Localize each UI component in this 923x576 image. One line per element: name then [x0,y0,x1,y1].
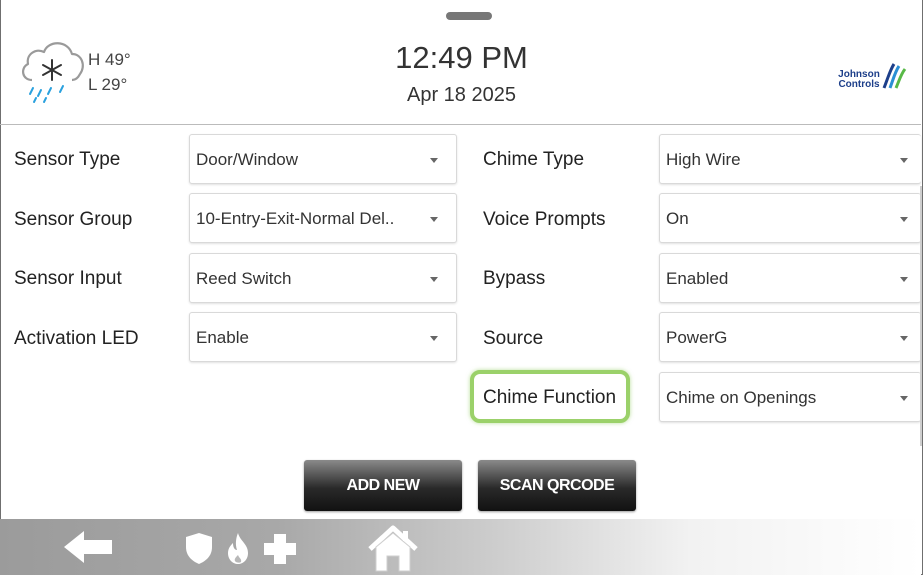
chevron-down-icon [900,336,908,341]
medical-cross-icon[interactable] [262,532,298,566]
chevron-down-icon [430,217,438,222]
bottom-nav-bar [0,519,921,575]
select-source[interactable]: PowerG [659,312,921,362]
label-bypass: Bypass [483,268,546,289]
scan-qrcode-button[interactable]: SCAN QRCODE [478,460,636,511]
chevron-down-icon [900,158,908,163]
select-voice-prompts-value: On [666,209,689,228]
home-icon[interactable] [366,525,420,573]
clock-time: 12:49 PM [395,40,528,75]
chevron-down-icon [430,277,438,282]
select-voice-prompts[interactable]: On [659,193,921,243]
clock-date: Apr 18 2025 [407,84,516,106]
label-source: Source [483,328,544,349]
header-divider [0,124,921,125]
select-bypass-value: Enabled [666,269,729,288]
select-chime-type[interactable]: High Wire [659,134,921,184]
chevron-down-icon [430,336,438,341]
select-sensor-input-value: Reed Switch [196,269,292,288]
label-sensor-group: Sensor Group [14,209,133,230]
select-sensor-type-value: Door/Window [196,150,299,169]
select-chime-type-value: High Wire [666,150,741,169]
label-chime-function: Chime Function [483,387,617,408]
chime-function-highlight: Chime Function [470,370,630,423]
select-sensor-group-value: 10-Entry-Exit-Normal Del.. [196,209,395,228]
chevron-down-icon [900,396,908,401]
johnson-controls-logo: Johnson Controls [836,62,916,94]
select-source-value: PowerG [666,328,728,347]
label-activation-led: Activation LED [14,328,139,349]
select-chime-function-value: Chime on Openings [666,388,817,407]
pull-down-handle[interactable] [446,12,492,20]
select-chime-function[interactable]: Chime on Openings [659,372,921,422]
select-activation-led[interactable]: Enable [189,312,457,362]
chevron-down-icon [430,158,438,163]
label-voice-prompts: Voice Prompts [483,209,606,230]
label-sensor-input: Sensor Input [14,268,122,289]
fire-icon[interactable] [224,531,252,565]
logo-swoosh-icon [882,63,907,89]
chevron-down-icon [900,217,908,222]
add-new-button[interactable]: ADD NEW [304,460,462,511]
shield-icon[interactable] [184,531,214,565]
select-activation-led-value: Enable [196,328,249,347]
select-sensor-group[interactable]: 10-Entry-Exit-Normal Del.. [189,193,457,243]
scrollbar[interactable] [920,186,922,446]
chevron-down-icon [900,277,908,282]
logo-line2: Controls [838,79,880,90]
select-sensor-input[interactable]: Reed Switch [189,253,457,303]
back-arrow-icon[interactable] [62,529,114,565]
label-sensor-type: Sensor Type [14,149,121,170]
label-chime-type: Chime Type [483,149,585,170]
select-sensor-type[interactable]: Door/Window [189,134,457,184]
select-bypass[interactable]: Enabled [659,253,921,303]
